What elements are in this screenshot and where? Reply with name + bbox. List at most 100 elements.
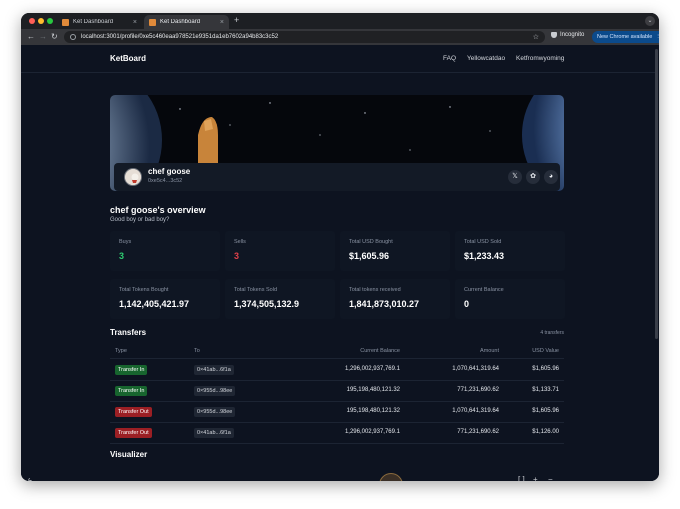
new-tab-button[interactable]: +: [234, 15, 239, 25]
current-balance-cell: 195,198,480,121.32: [346, 387, 400, 393]
profile-name: chef goose: [148, 167, 191, 176]
current-balance-cell: 1,296,002,937,769.1: [344, 366, 400, 372]
stat-card-total-tokens-received: Total tokens received 1,841,873,010.27: [340, 279, 450, 319]
stat-card-sells: Sells 3: [225, 231, 335, 271]
amount-cell: 771,231,690.62: [457, 429, 499, 435]
tab-title: Ket Dashboard: [160, 19, 201, 25]
stat-label: Sells: [234, 239, 246, 245]
page-scrollbar[interactable]: [655, 49, 658, 339]
site-header: KetBoard FAQ Yellowcatdao Ketfromwyoming: [21, 45, 655, 73]
zoom-in-icon[interactable]: +: [533, 475, 538, 481]
tab-title: Ket Dashboard: [73, 19, 114, 25]
table-row[interactable]: Transfer In 0×955d...98ee 195,198,480,12…: [110, 381, 564, 402]
to-address[interactable]: 0×955d...98ee: [194, 407, 236, 417]
browser-toolbar: ← → ↻ localhost:3001/profile/0xe5c460eaa…: [21, 29, 659, 45]
tab-search-icon[interactable]: ⌄: [645, 16, 655, 26]
back-icon[interactable]: ←: [27, 32, 35, 41]
incognito-label: Incognito: [560, 32, 585, 38]
stat-value: 0: [464, 299, 470, 309]
nav-link-faq[interactable]: FAQ: [443, 55, 456, 62]
nav-link-yellowcatdao[interactable]: Yellowcatdao: [467, 55, 505, 62]
browser-tab[interactable]: Ket Dashboard ×: [57, 15, 142, 29]
update-button[interactable]: New Chrome available ⋮: [592, 31, 659, 43]
profile-address[interactable]: 0xe5c4...3c52: [148, 178, 182, 184]
stat-value: 3: [234, 251, 240, 261]
reload-icon[interactable]: ↻: [51, 32, 58, 41]
browser-window: Ket Dashboard × Ket Dashboard × + ⌄ ← → …: [21, 13, 659, 481]
stat-value: $1,233.43: [464, 251, 505, 261]
transfer-type-badge: Transfer Out: [115, 428, 152, 438]
paw-icon[interactable]: ✿: [526, 170, 540, 184]
bookmark-star-icon[interactable]: ☆: [533, 33, 539, 41]
amount-cell: 771,231,690.62: [457, 387, 499, 393]
profile-card: chef goose 0xe5c4...3c52 𝕏 ✿ ◕: [114, 163, 560, 191]
usd-value-cell: $1,605.96: [532, 366, 559, 372]
stat-card-current-balance: Current Balance 0: [455, 279, 565, 319]
transfer-type-badge: Transfer In: [115, 386, 148, 396]
to-address[interactable]: 0×41ab...6f1a: [194, 365, 234, 375]
to-address[interactable]: 0×955d...98ee: [194, 386, 236, 396]
current-balance-cell: 1,296,002,937,769.1: [344, 429, 400, 435]
transfers-count: 4 transfers: [540, 330, 564, 336]
stat-label: Total Tokens Sold: [234, 287, 278, 293]
tab-close-icon[interactable]: ×: [220, 19, 224, 26]
page-content: KetBoard FAQ Yellowcatdao Ketfromwyoming: [21, 45, 659, 481]
visualizer-title: Visualizer: [110, 450, 148, 459]
more-menu-icon[interactable]: ⋮: [654, 34, 659, 40]
stat-card-buys: Buys 3: [110, 231, 220, 271]
transfers-title: Transfers: [110, 328, 147, 337]
stat-value: $1,605.96: [349, 251, 390, 261]
bolt-icon[interactable]: ϟ: [28, 478, 32, 481]
zoom-out-icon[interactable]: −: [548, 475, 553, 481]
visualizer-node[interactable]: ◦: [379, 473, 403, 481]
nav-link-ketfromwyoming[interactable]: Ketfromwyoming: [516, 55, 564, 62]
tab-favicon-icon: [62, 18, 69, 26]
tab-strip: Ket Dashboard × Ket Dashboard × + ⌄: [21, 13, 659, 29]
stat-value: 1,374,505,132.9: [234, 299, 300, 309]
transfer-type-badge: Transfer Out: [115, 407, 152, 417]
site-info-icon[interactable]: [70, 34, 76, 40]
overview-subtitle: Good boy or bad boy?: [110, 217, 170, 223]
table-row[interactable]: Transfer Out 0×955d...98ee 195,198,480,1…: [110, 402, 564, 423]
stat-label: Total USD Sold: [464, 239, 502, 245]
to-address[interactable]: 0×41ab...6f1a: [194, 428, 234, 438]
column-header-to: To: [194, 348, 200, 354]
stat-label: Total USD Bought: [349, 239, 393, 245]
column-header-amount: Amount: [480, 348, 499, 354]
stat-label: Total tokens received: [349, 287, 401, 293]
brand-logo[interactable]: KetBoard: [110, 54, 146, 63]
avatar-image: [125, 169, 141, 185]
address-bar[interactable]: localhost:3001/profile/0xe5c460eaa978521…: [64, 31, 545, 43]
close-window-icon[interactable]: [29, 18, 35, 24]
column-header-current-balance: Current Balance: [360, 348, 400, 354]
incognito-indicator[interactable]: Incognito: [551, 32, 584, 38]
url-text[interactable]: localhost:3001/profile/0xe5c460eaa978521…: [81, 34, 278, 40]
usd-value-cell: $1,605.96: [532, 408, 559, 414]
stat-value: 3: [119, 251, 125, 261]
incognito-icon: [551, 32, 557, 38]
tab-close-icon[interactable]: ×: [133, 19, 137, 26]
x-icon[interactable]: 𝕏: [508, 170, 522, 184]
usd-value-cell: $1,126.00: [532, 429, 559, 435]
table-row[interactable]: Transfer In 0×41ab...6f1a 1,296,002,937,…: [110, 360, 564, 381]
table-row[interactable]: Transfer Out 0×41ab...6f1a 1,296,002,937…: [110, 423, 564, 444]
stat-label: Total Tokens Bought: [119, 287, 169, 293]
minimize-window-icon[interactable]: [38, 18, 44, 24]
transfers-table-header: Type To Current Balance Amount USD Value: [110, 343, 564, 359]
usd-value-cell: $1,133.71: [532, 387, 559, 393]
stat-card-total-usd-bought: Total USD Bought $1,605.96: [340, 231, 450, 271]
stat-value: 1,841,873,010.27: [349, 299, 420, 309]
current-balance-cell: 195,198,480,121.32: [346, 408, 400, 414]
transfer-type-badge: Transfer In: [115, 365, 148, 375]
amount-cell: 1,070,641,319.64: [452, 408, 499, 414]
stat-card-total-tokens-sold: Total Tokens Sold 1,374,505,132.9: [225, 279, 335, 319]
fit-view-icon[interactable]: [ ]: [518, 475, 525, 481]
overview-title: chef goose's overview: [110, 205, 206, 215]
tab-favicon-icon: [149, 18, 156, 26]
avatar[interactable]: [124, 168, 142, 186]
update-label: New Chrome available: [597, 34, 653, 40]
forward-icon[interactable]: →: [39, 32, 47, 41]
browser-tab-active[interactable]: Ket Dashboard ×: [144, 15, 229, 29]
ball-icon[interactable]: ◕: [544, 170, 558, 184]
maximize-window-icon[interactable]: [47, 18, 53, 24]
